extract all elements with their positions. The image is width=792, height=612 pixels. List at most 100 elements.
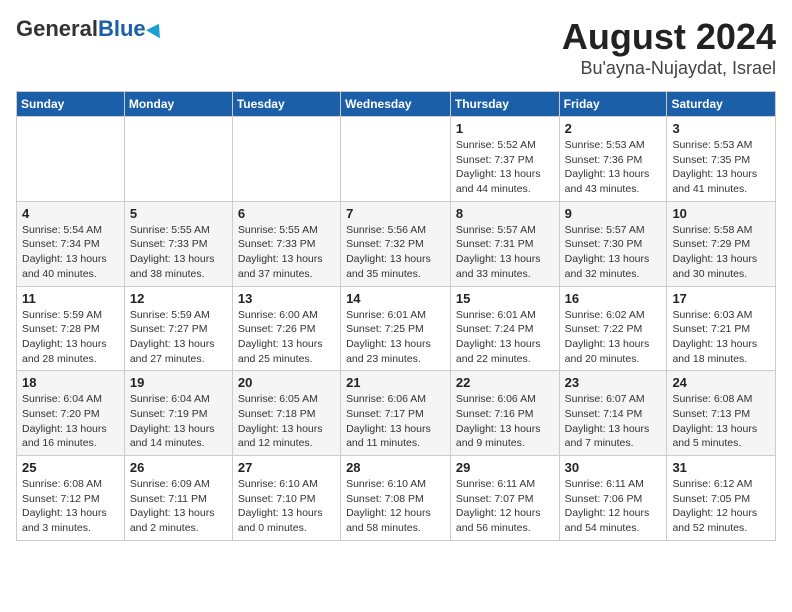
day-number: 7 <box>346 206 445 221</box>
calendar-cell: 29Sunrise: 6:11 AM Sunset: 7:07 PM Dayli… <box>450 456 559 541</box>
calendar-cell: 16 Sunrise: 6:02 AM Sunset: 7:22 PM Dayli… <box>559 286 667 371</box>
weekday-header-sunday: Sunday <box>17 92 125 117</box>
day-number: 30 <box>565 460 662 475</box>
day-info: Sunrise: 6:01 AM Sunset: 7:25 PM Dayligh… <box>346 308 445 367</box>
day-info: Sunrise: 6:08 AM Sunset: 7:12 PM Dayligh… <box>22 477 119 536</box>
logo: General Blue <box>16 16 164 42</box>
day-number: 9 <box>565 206 662 221</box>
day-number: 15 <box>456 291 554 306</box>
calendar-cell: 19 Sunrise: 6:04 AM Sunset: 7:19 PM Dayli… <box>124 371 232 456</box>
day-info: Sunrise: 6:12 AM Sunset: 7:05 PM Dayligh… <box>672 477 770 536</box>
day-number: 2 <box>565 121 662 136</box>
weekday-header-row: SundayMondayTuesdayWednesdayThursdayFrid… <box>17 92 776 117</box>
day-number: 8 <box>456 206 554 221</box>
day-number: 22 <box>456 375 554 390</box>
day-info: Sunrise: 5:55 AM Sunset: 7:33 PM Dayligh… <box>238 223 335 282</box>
page-header: General Blue August 2024 Bu'ayna-Nujayda… <box>16 16 776 79</box>
calendar-cell: 13Sunrise: 6:00 AM Sunset: 7:26 PM Dayli… <box>232 286 340 371</box>
day-info: Sunrise: 6:02 AM Sunset: 7:22 PM Dayligh… <box>565 308 662 367</box>
day-info: Sunrise: 6:04 AM Sunset: 7:20 PM Dayligh… <box>22 392 119 451</box>
calendar-cell: 23 Sunrise: 6:07 AM Sunset: 7:14 PM Dayli… <box>559 371 667 456</box>
calendar-cell <box>232 117 340 202</box>
day-info: Sunrise: 5:55 AM Sunset: 7:33 PM Dayligh… <box>130 223 227 282</box>
day-info: Sunrise: 5:58 AM Sunset: 7:29 PM Dayligh… <box>672 223 770 282</box>
calendar-cell: 3Sunrise: 5:53 AM Sunset: 7:35 PM Daylig… <box>667 117 776 202</box>
weekday-header-tuesday: Tuesday <box>232 92 340 117</box>
day-info: Sunrise: 6:07 AM Sunset: 7:14 PM Dayligh… <box>565 392 662 451</box>
calendar-cell: 11 Sunrise: 5:59 AM Sunset: 7:28 PM Dayli… <box>17 286 125 371</box>
calendar-cell: 4 Sunrise: 5:54 AM Sunset: 7:34 PM Daylig… <box>17 201 125 286</box>
calendar-week-row: 1 Sunrise: 5:52 AM Sunset: 7:37 PM Daylig… <box>17 117 776 202</box>
calendar-cell: 26Sunrise: 6:09 AM Sunset: 7:11 PM Dayli… <box>124 456 232 541</box>
day-info: Sunrise: 6:10 AM Sunset: 7:10 PM Dayligh… <box>238 477 335 536</box>
day-info: Sunrise: 6:05 AM Sunset: 7:18 PM Dayligh… <box>238 392 335 451</box>
day-number: 21 <box>346 375 445 390</box>
weekday-header-friday: Friday <box>559 92 667 117</box>
calendar-cell: 6Sunrise: 5:55 AM Sunset: 7:33 PM Daylig… <box>232 201 340 286</box>
day-number: 24 <box>672 375 770 390</box>
calendar-week-row: 25 Sunrise: 6:08 AM Sunset: 7:12 PM Dayli… <box>17 456 776 541</box>
calendar-table: SundayMondayTuesdayWednesdayThursdayFrid… <box>16 91 776 541</box>
calendar-cell: 5Sunrise: 5:55 AM Sunset: 7:33 PM Daylig… <box>124 201 232 286</box>
logo-bird-icon <box>146 20 166 38</box>
day-info: Sunrise: 6:06 AM Sunset: 7:17 PM Dayligh… <box>346 392 445 451</box>
day-info: Sunrise: 5:57 AM Sunset: 7:31 PM Dayligh… <box>456 223 554 282</box>
day-info: Sunrise: 6:04 AM Sunset: 7:19 PM Dayligh… <box>130 392 227 451</box>
weekday-header-saturday: Saturday <box>667 92 776 117</box>
day-info: Sunrise: 5:59 AM Sunset: 7:28 PM Dayligh… <box>22 308 119 367</box>
calendar-week-row: 4 Sunrise: 5:54 AM Sunset: 7:34 PM Daylig… <box>17 201 776 286</box>
calendar-cell: 15 Sunrise: 6:01 AM Sunset: 7:24 PM Dayli… <box>450 286 559 371</box>
calendar-title: August 2024 <box>562 16 776 58</box>
day-info: Sunrise: 5:53 AM Sunset: 7:36 PM Dayligh… <box>565 138 662 197</box>
title-block: August 2024 Bu'ayna-Nujaydat, Israel <box>562 16 776 79</box>
calendar-cell: 22Sunrise: 6:06 AM Sunset: 7:16 PM Dayli… <box>450 371 559 456</box>
day-number: 12 <box>130 291 227 306</box>
logo-general-text: General <box>16 16 98 42</box>
calendar-cell <box>341 117 451 202</box>
calendar-cell: 1 Sunrise: 5:52 AM Sunset: 7:37 PM Daylig… <box>450 117 559 202</box>
day-number: 4 <box>22 206 119 221</box>
weekday-header-thursday: Thursday <box>450 92 559 117</box>
calendar-cell: 31 Sunrise: 6:12 AM Sunset: 7:05 PM Dayli… <box>667 456 776 541</box>
calendar-cell: 28Sunrise: 6:10 AM Sunset: 7:08 PM Dayli… <box>341 456 451 541</box>
calendar-cell: 24Sunrise: 6:08 AM Sunset: 7:13 PM Dayli… <box>667 371 776 456</box>
calendar-cell: 20Sunrise: 6:05 AM Sunset: 7:18 PM Dayli… <box>232 371 340 456</box>
calendar-cell: 18 Sunrise: 6:04 AM Sunset: 7:20 PM Dayli… <box>17 371 125 456</box>
calendar-week-row: 11 Sunrise: 5:59 AM Sunset: 7:28 PM Dayli… <box>17 286 776 371</box>
calendar-cell: 8 Sunrise: 5:57 AM Sunset: 7:31 PM Daylig… <box>450 201 559 286</box>
day-number: 19 <box>130 375 227 390</box>
day-info: Sunrise: 5:56 AM Sunset: 7:32 PM Dayligh… <box>346 223 445 282</box>
calendar-cell: 7 Sunrise: 5:56 AM Sunset: 7:32 PM Daylig… <box>341 201 451 286</box>
calendar-cell: 25 Sunrise: 6:08 AM Sunset: 7:12 PM Dayli… <box>17 456 125 541</box>
day-info: Sunrise: 5:54 AM Sunset: 7:34 PM Dayligh… <box>22 223 119 282</box>
calendar-cell: 10Sunrise: 5:58 AM Sunset: 7:29 PM Dayli… <box>667 201 776 286</box>
day-info: Sunrise: 5:59 AM Sunset: 7:27 PM Dayligh… <box>130 308 227 367</box>
day-number: 23 <box>565 375 662 390</box>
day-info: Sunrise: 6:11 AM Sunset: 7:06 PM Dayligh… <box>565 477 662 536</box>
day-number: 31 <box>672 460 770 475</box>
day-number: 28 <box>346 460 445 475</box>
day-info: Sunrise: 6:11 AM Sunset: 7:07 PM Dayligh… <box>456 477 554 536</box>
calendar-subtitle: Bu'ayna-Nujaydat, Israel <box>562 58 776 79</box>
day-number: 25 <box>22 460 119 475</box>
calendar-cell: 21 Sunrise: 6:06 AM Sunset: 7:17 PM Dayli… <box>341 371 451 456</box>
calendar-cell: 12 Sunrise: 5:59 AM Sunset: 7:27 PM Dayli… <box>124 286 232 371</box>
day-number: 1 <box>456 121 554 136</box>
day-number: 18 <box>22 375 119 390</box>
calendar-cell <box>124 117 232 202</box>
day-info: Sunrise: 5:52 AM Sunset: 7:37 PM Dayligh… <box>456 138 554 197</box>
weekday-header-monday: Monday <box>124 92 232 117</box>
calendar-cell <box>17 117 125 202</box>
day-number: 16 <box>565 291 662 306</box>
calendar-cell: 30 Sunrise: 6:11 AM Sunset: 7:06 PM Dayli… <box>559 456 667 541</box>
calendar-cell: 2 Sunrise: 5:53 AM Sunset: 7:36 PM Daylig… <box>559 117 667 202</box>
weekday-header-wednesday: Wednesday <box>341 92 451 117</box>
day-number: 11 <box>22 291 119 306</box>
day-number: 26 <box>130 460 227 475</box>
day-number: 27 <box>238 460 335 475</box>
day-number: 14 <box>346 291 445 306</box>
day-info: Sunrise: 6:01 AM Sunset: 7:24 PM Dayligh… <box>456 308 554 367</box>
calendar-week-row: 18 Sunrise: 6:04 AM Sunset: 7:20 PM Dayli… <box>17 371 776 456</box>
calendar-cell: 14 Sunrise: 6:01 AM Sunset: 7:25 PM Dayli… <box>341 286 451 371</box>
day-info: Sunrise: 6:03 AM Sunset: 7:21 PM Dayligh… <box>672 308 770 367</box>
